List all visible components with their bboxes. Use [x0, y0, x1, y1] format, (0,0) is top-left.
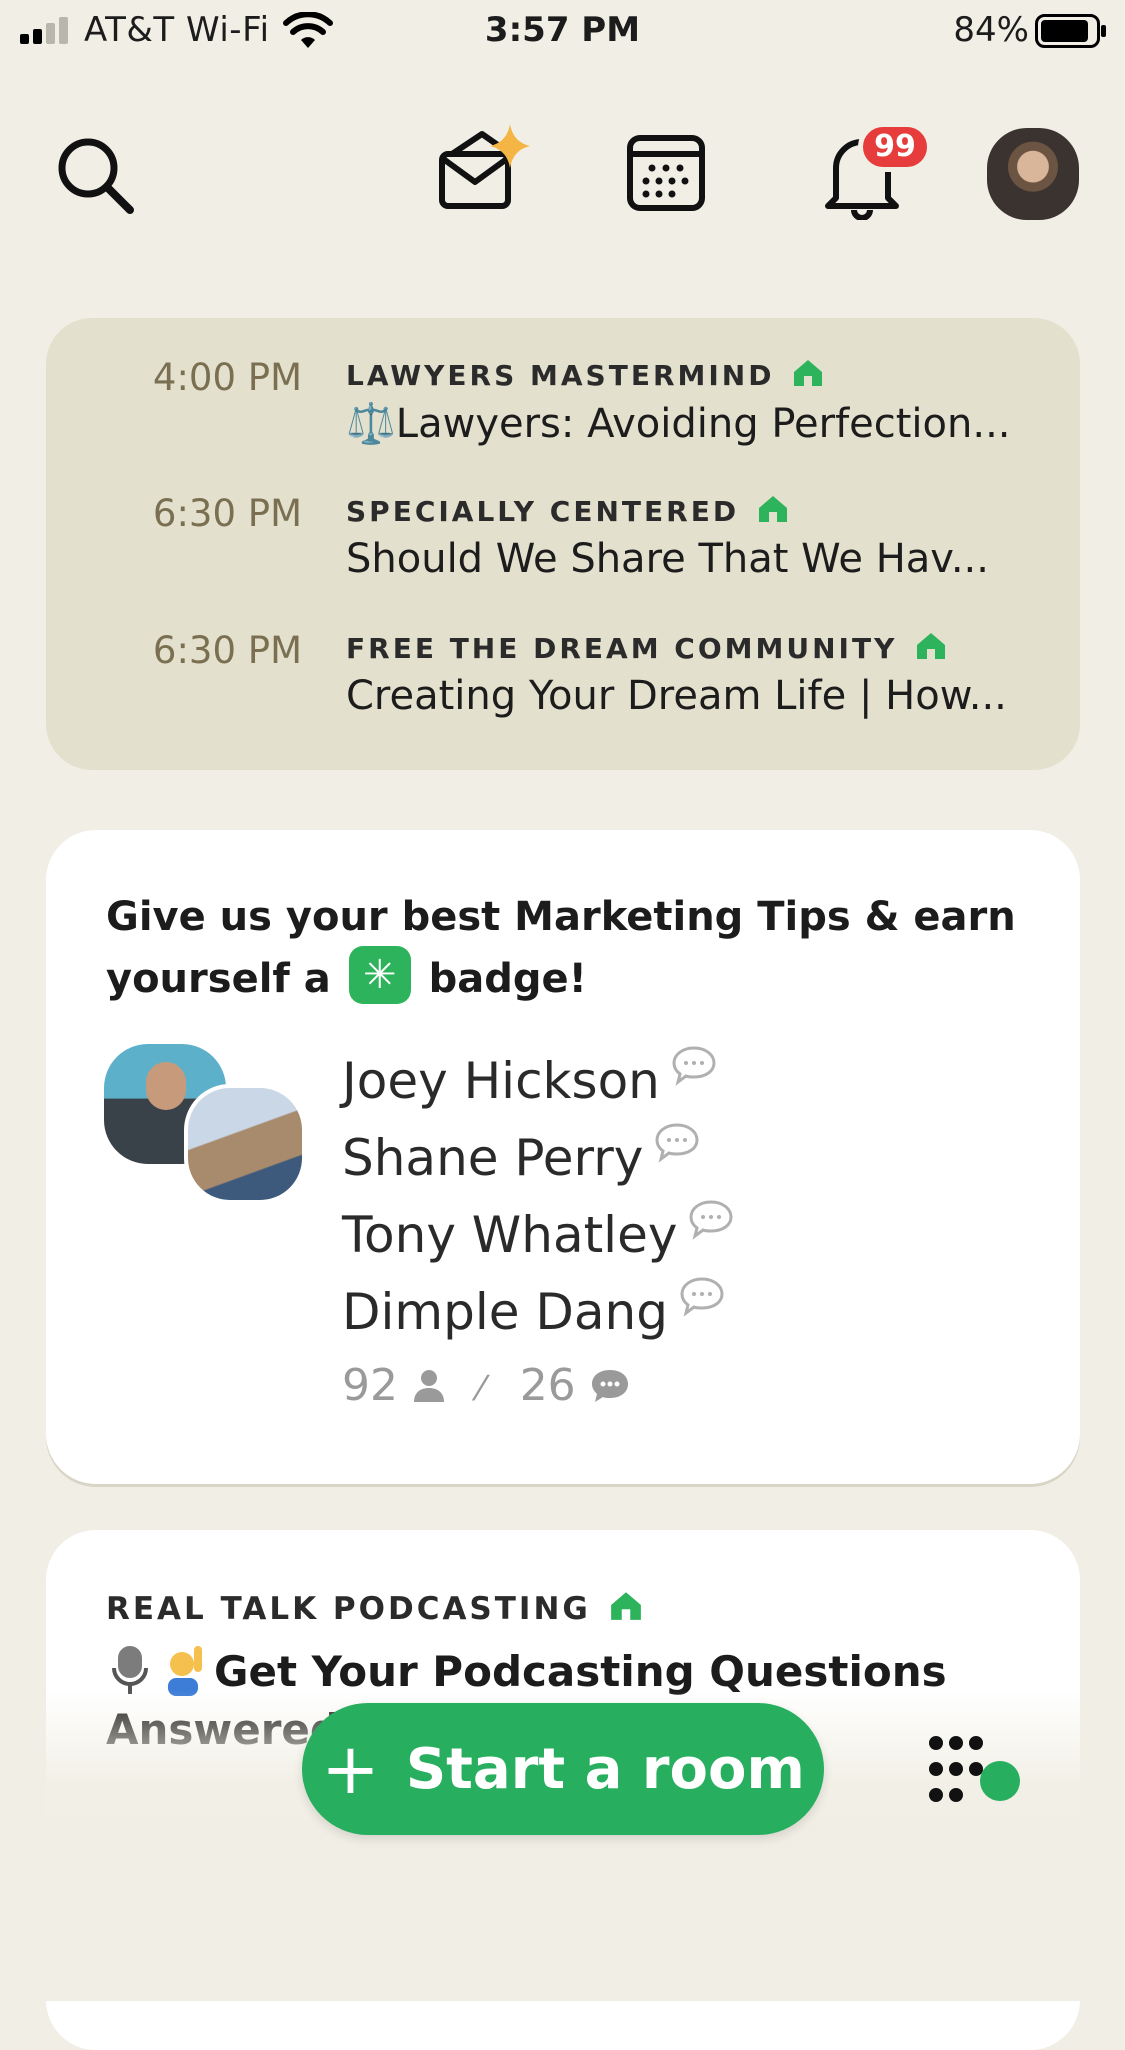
upcoming-events-card[interactable]: 4:00 PM LAWYERS MASTERMIND ⚖️Lawyers: Av… — [46, 318, 1080, 770]
event-time: 4:00 PM — [152, 356, 302, 399]
club-house-icon — [610, 1592, 641, 1620]
microphone-emoji-icon — [112, 1646, 148, 1694]
speech-bubble-icon — [672, 1046, 716, 1086]
start-room-button[interactable]: + Start a room — [302, 1703, 824, 1835]
battery-icon — [1035, 14, 1106, 48]
speech-bubble-icon — [689, 1200, 733, 1240]
room-club-name: REAL TALK PODCASTING — [106, 1590, 643, 1627]
event-title: ⚖️Lawyers: Avoiding Perfection... — [346, 401, 1011, 447]
speaker-name: Dimple Dang — [342, 1275, 735, 1352]
listener-count: 92 — [342, 1360, 398, 1411]
profile-avatar[interactable] — [987, 128, 1079, 220]
event-title: Creating Your Dream Life | How... — [346, 673, 1007, 719]
speaker-list: Joey Hickson Shane Perry Tony Whatley Di… — [342, 1044, 735, 1352]
speaker-name: Tony Whatley — [342, 1198, 735, 1275]
room-card[interactable]: Give us your best Marketing Tips & earn … — [46, 830, 1080, 1484]
club-house-icon — [794, 360, 823, 386]
event-club-name: SPECIALLY CENTERED — [346, 494, 789, 528]
raising-hand-emoji-icon — [168, 1646, 202, 1696]
event-time: 6:30 PM — [152, 629, 302, 672]
speaker-name: Shane Perry — [342, 1121, 735, 1198]
event-club-name: FREE THE DREAM COMMUNITY — [346, 631, 947, 665]
upcoming-event[interactable]: 6:30 PM SPECIALLY CENTERED Should We Sha… — [46, 454, 1080, 582]
speaker-count: 26 — [519, 1360, 576, 1411]
speech-bubble-icon — [680, 1277, 724, 1317]
chat-bubble-icon — [591, 1370, 628, 1402]
stats-divider: ⁄ — [478, 1369, 484, 1409]
room-stats: 92 ⁄ 26 — [342, 1360, 630, 1411]
upcoming-event[interactable]: 6:30 PM FREE THE DREAM COMMUNITY Creatin… — [46, 591, 1080, 719]
search-icon[interactable] — [52, 132, 142, 222]
inbox-sparkle-icon[interactable] — [430, 118, 542, 218]
plus-icon: + — [321, 1728, 380, 1810]
speaker-name: Joey Hickson — [342, 1044, 735, 1121]
event-time: 6:30 PM — [152, 492, 302, 535]
person-icon — [414, 1370, 444, 1402]
notification-count-badge: 99 — [858, 122, 932, 172]
calendar-icon[interactable] — [626, 132, 708, 214]
battery-percentage: 84% — [953, 10, 1029, 50]
speaker-avatar — [184, 1084, 306, 1204]
green-asterisk-badge-icon — [348, 946, 411, 1004]
backchannel-dots-icon[interactable] — [926, 1733, 1026, 1805]
status-bar: AT&T Wi-Fi 3:57 PM 84% — [0, 0, 1125, 64]
event-club-name: LAWYERS MASTERMIND — [346, 358, 824, 392]
event-title: Should We Share That We Hav... — [346, 536, 989, 582]
club-house-icon — [759, 496, 788, 522]
club-house-icon — [917, 633, 946, 659]
room-topic: Give us your best Marketing Tips & earn … — [106, 888, 1046, 1008]
speech-bubble-icon — [655, 1123, 699, 1163]
upcoming-event[interactable]: 4:00 PM LAWYERS MASTERMIND ⚖️Lawyers: Av… — [46, 318, 1080, 447]
